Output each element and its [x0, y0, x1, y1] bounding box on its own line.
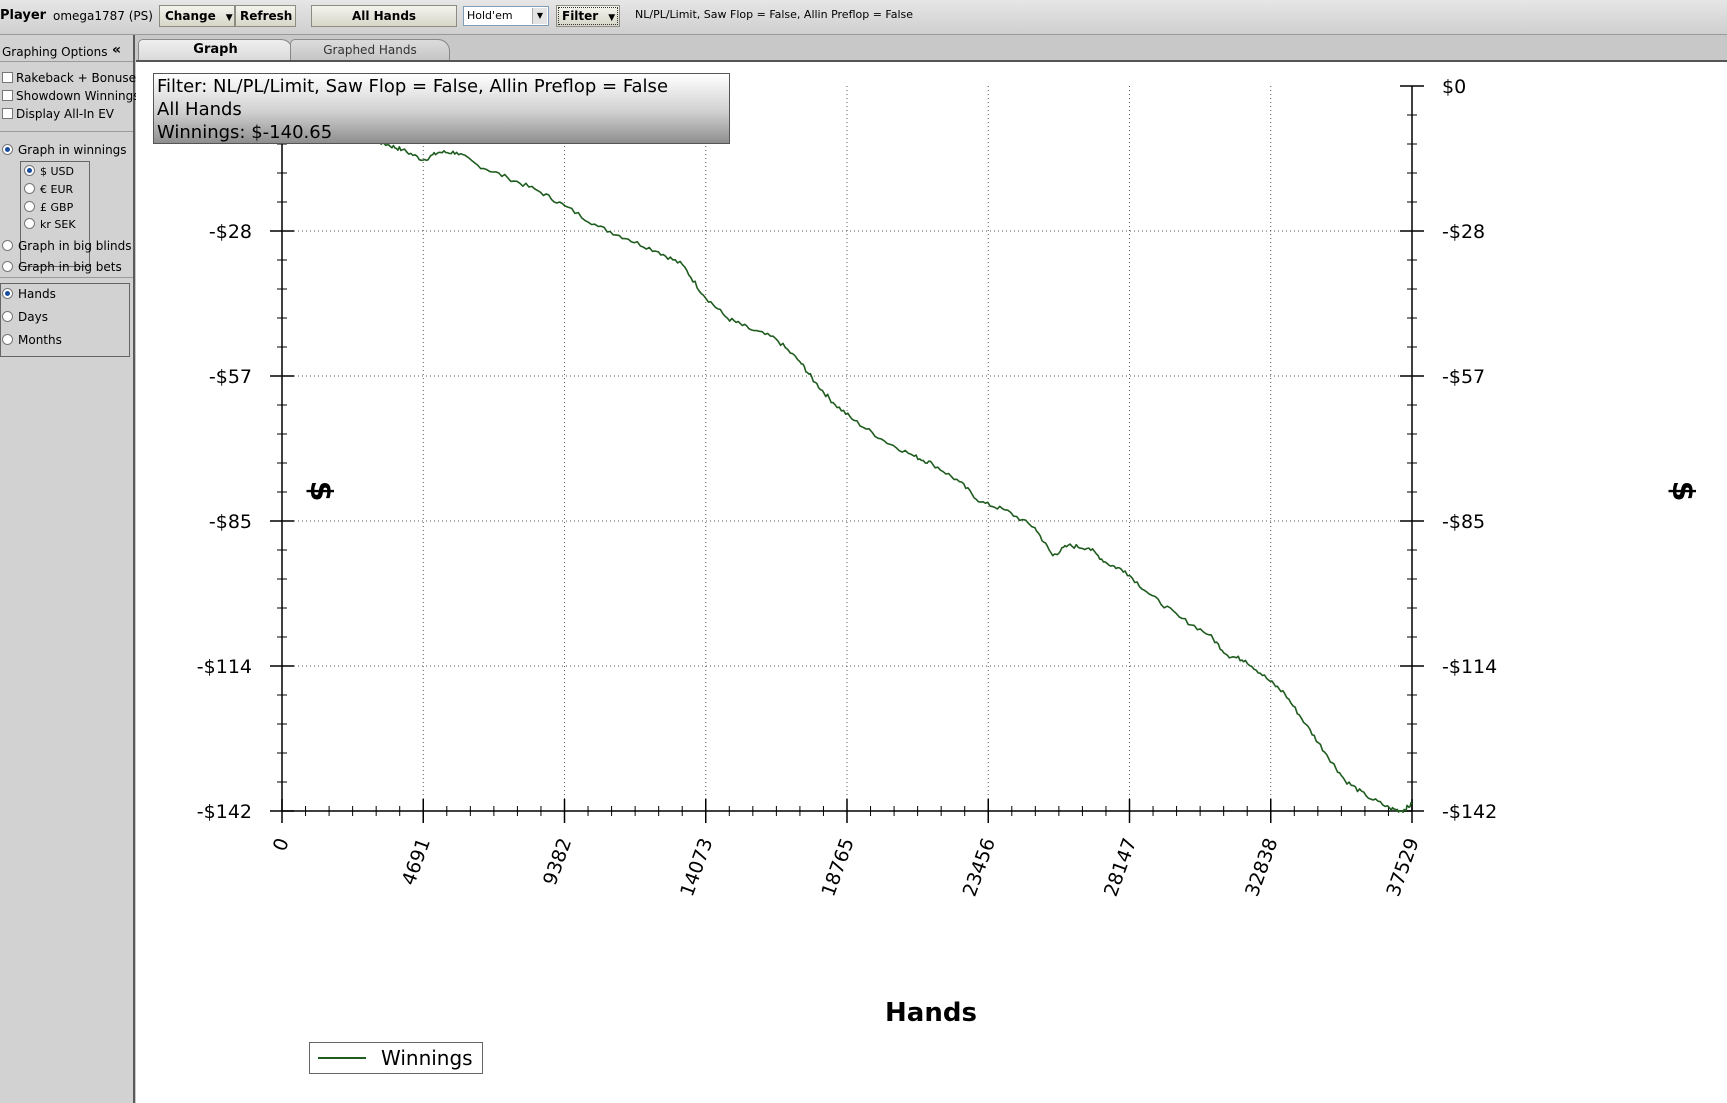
chart-area: 0 4691 9382 14073 18765 23456 28147 32838 37529 $…: [136, 60, 1727, 1103]
x-tick-label: 18765: [817, 835, 858, 899]
dropdown-caret-icon: ▼: [225, 13, 233, 23]
currency-usd-radio[interactable]: $ USD: [24, 165, 74, 178]
radio-dot[interactable]: [24, 218, 35, 229]
graph-in-big-bets-label: Graph in big bets: [18, 260, 122, 274]
graph-in-winnings-radio[interactable]: Graph in winnings: [2, 143, 127, 157]
legend-label: Winnings: [381, 1046, 473, 1070]
y-tick-label-left: -$114: [197, 656, 252, 678]
currency-sek-label: kr SEK: [40, 218, 76, 231]
graph-in-big-blinds-radio[interactable]: Graph in big blinds: [2, 239, 132, 253]
graph-in-big-bets-radio[interactable]: Graph in big bets: [2, 260, 122, 274]
radio-dot[interactable]: [2, 240, 13, 251]
legend-swatch: [318, 1057, 366, 1059]
chart-legend: Winnings: [309, 1042, 483, 1074]
radio-dot[interactable]: [24, 201, 35, 212]
filter-button[interactable]: Filter ▼: [556, 5, 620, 27]
info-winnings-line: Winnings: $-140.65: [157, 122, 333, 143]
radio-dot[interactable]: [2, 311, 13, 322]
x-tick-label: 9382: [539, 835, 576, 888]
rakeback-bonuses-checkbox[interactable]: Rakeback + Bonuses: [2, 71, 142, 85]
x-tick-label: 28147: [1100, 835, 1141, 899]
game-type-select[interactable]: Hold'em ▼: [463, 6, 549, 26]
x-axis-label: Hands: [885, 998, 977, 1028]
checkbox-box[interactable]: [2, 72, 13, 83]
currency-sek-radio[interactable]: kr SEK: [24, 218, 76, 231]
radio-dot[interactable]: [2, 144, 13, 155]
graphing-options-header: Graphing Options «: [0, 41, 133, 62]
dropdown-caret-icon: ▼: [608, 13, 616, 23]
tab-graph[interactable]: Graph: [138, 39, 293, 61]
info-filter-line: Filter: NL/PL/Limit, Saw Flop = False, A…: [157, 76, 669, 97]
top-toolbar: Player omega1787 (PS) Change ▼ Refresh Al…: [0, 0, 1727, 35]
x-tick-label: 23456: [959, 835, 1000, 899]
y-tick-label-left: -$85: [209, 511, 252, 533]
x-tick-label: 32838: [1241, 835, 1282, 899]
graph-in-winnings-label: Graph in winnings: [18, 143, 127, 157]
separator: [0, 277, 133, 278]
y-tick-label-right: -$114: [1442, 656, 1497, 678]
radio-dot[interactable]: [2, 334, 13, 345]
graphing-options-title: Graphing Options: [2, 45, 108, 59]
chart-info-box: Filter: NL/PL/Limit, Saw Flop = False, A…: [153, 73, 730, 144]
x-axis-hands-radio[interactable]: Hands: [2, 287, 56, 301]
graph-in-big-blinds-label: Graph in big blinds: [18, 239, 132, 253]
x-axis-days-radio[interactable]: Days: [2, 310, 48, 324]
x-axis-hands-label: Hands: [18, 287, 56, 301]
chart-grid: [282, 86, 1412, 811]
display-allin-ev-checkbox[interactable]: Display All-In EV: [2, 107, 114, 121]
winnings-chart: 0 4691 9382 14073 18765 23456 28147 32838 37529 $…: [197, 76, 1700, 1028]
x-tick-label: 0: [269, 835, 294, 854]
y-tick-label-right: -$57: [1442, 366, 1485, 388]
refresh-button[interactable]: Refresh: [235, 5, 296, 27]
showdown-winnings-checkbox[interactable]: Showdown Winnings: [2, 89, 140, 103]
radio-dot[interactable]: [24, 165, 35, 176]
chart-axes: 0 4691 9382 14073 18765 23456 28147 32838 37529 $…: [197, 76, 1497, 900]
currency-eur-radio[interactable]: € EUR: [24, 183, 73, 196]
checkbox-box[interactable]: [2, 90, 13, 101]
y-tick-label-right: $0: [1442, 76, 1466, 98]
x-tick-label: 14073: [676, 835, 717, 899]
all-hands-button[interactable]: All Hands: [311, 5, 457, 27]
graphing-options-panel: Graphing Options « Rakeback + Bonuses Sh…: [0, 35, 142, 1103]
y-axis-label-left: $: [303, 481, 338, 502]
x-axis-months-label: Months: [18, 333, 62, 347]
x-tick-label: 4691: [398, 835, 435, 888]
y-axis-label-right: $: [1665, 481, 1700, 502]
radio-dot[interactable]: [2, 261, 13, 272]
currency-gbp-label: £ GBP: [40, 201, 74, 214]
y-tick-label-left: -$28: [209, 221, 252, 243]
checkbox-box[interactable]: [2, 108, 13, 119]
game-type-value: Hold'em: [467, 9, 513, 22]
y-tick-label-left: -$142: [197, 801, 252, 823]
currency-gbp-radio[interactable]: £ GBP: [24, 201, 73, 214]
change-button-label: Change: [165, 9, 216, 23]
showdown-winnings-label: Showdown Winnings: [16, 89, 140, 103]
y-tick-label-left: -$57: [209, 366, 252, 388]
y-tick-label-right: -$85: [1442, 511, 1485, 533]
rakeback-bonuses-label: Rakeback + Bonuses: [16, 71, 143, 85]
y-tick-label-right: -$142: [1442, 801, 1497, 823]
x-tick-label: 37529: [1382, 835, 1423, 899]
separator: [0, 131, 133, 132]
currency-eur-label: € EUR: [40, 183, 74, 196]
radio-dot[interactable]: [24, 183, 35, 194]
tab-graphed-hands[interactable]: Graphed Hands: [290, 39, 450, 61]
select-arrow-icon: ▼: [532, 8, 547, 24]
player-label: Player: [0, 8, 47, 23]
display-allin-ev-label: Display All-In EV: [16, 107, 115, 121]
double-chevron-left-icon[interactable]: «: [112, 42, 121, 58]
change-button[interactable]: Change ▼: [159, 5, 235, 27]
radio-dot[interactable]: [2, 288, 13, 299]
y-tick-label-right: -$28: [1442, 221, 1485, 243]
player-name: omega1787 (PS): [53, 9, 153, 23]
currency-usd-label: $ USD: [40, 165, 74, 178]
filter-summary: NL/PL/Limit, Saw Flop = False, Allin Pre…: [635, 8, 914, 21]
x-axis-days-label: Days: [18, 310, 48, 324]
filter-button-label: Filter: [562, 9, 599, 23]
info-hands-line: All Hands: [157, 99, 242, 120]
x-axis-months-radio[interactable]: Months: [2, 333, 62, 347]
